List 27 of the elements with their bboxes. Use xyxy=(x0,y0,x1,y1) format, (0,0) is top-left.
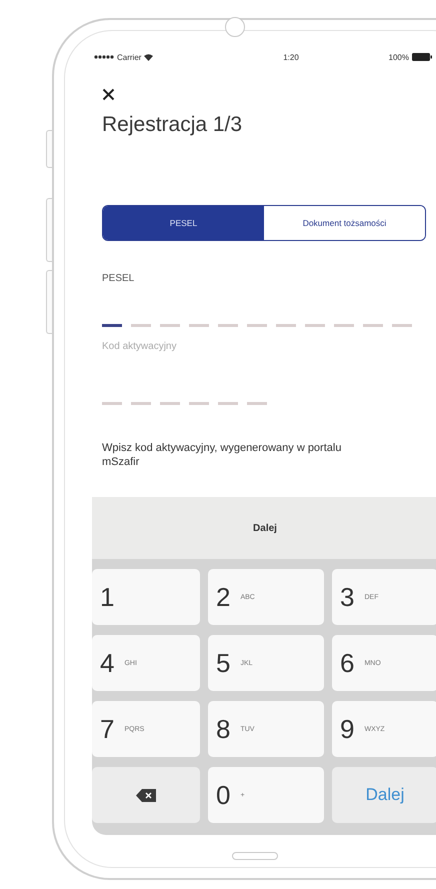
carrier-name: Carrier xyxy=(117,52,142,62)
signal-icon xyxy=(94,55,114,59)
hint-text: Wpisz kod aktywacyjny, wygenerowany w portalu mSzafir xyxy=(102,441,342,469)
key-digit: 2 xyxy=(216,582,230,612)
segment-tab[interactable]: PESEL xyxy=(103,206,264,240)
wifi-icon xyxy=(144,54,154,60)
key-digit: 5 xyxy=(216,648,230,678)
field-label: PESEL xyxy=(102,273,136,284)
key-digit: 8 xyxy=(216,714,230,744)
battery-percent: 100% xyxy=(388,52,409,62)
key-digit: 6 xyxy=(340,648,354,678)
keypad-key[interactable]: 1 xyxy=(92,569,200,625)
key-digit: 7 xyxy=(100,714,114,744)
key-digit: 0 xyxy=(216,780,230,810)
field-label: Kod aktywacyjny xyxy=(102,341,178,352)
battery-icon xyxy=(412,53,432,61)
page-title: Rejestracja 1/3 xyxy=(102,113,244,137)
key-digit: 9 xyxy=(340,714,354,744)
key-digit: 3 xyxy=(340,582,354,612)
backspace-icon xyxy=(136,788,156,802)
key-digit: 1 xyxy=(100,582,114,612)
backspace-key[interactable] xyxy=(92,767,200,823)
close-icon[interactable] xyxy=(102,88,115,101)
status-time: 1:20 xyxy=(283,52,299,62)
key-digit: 4 xyxy=(100,648,114,678)
next-button[interactable]: Dalej xyxy=(245,518,285,538)
home-indicator xyxy=(232,852,278,860)
